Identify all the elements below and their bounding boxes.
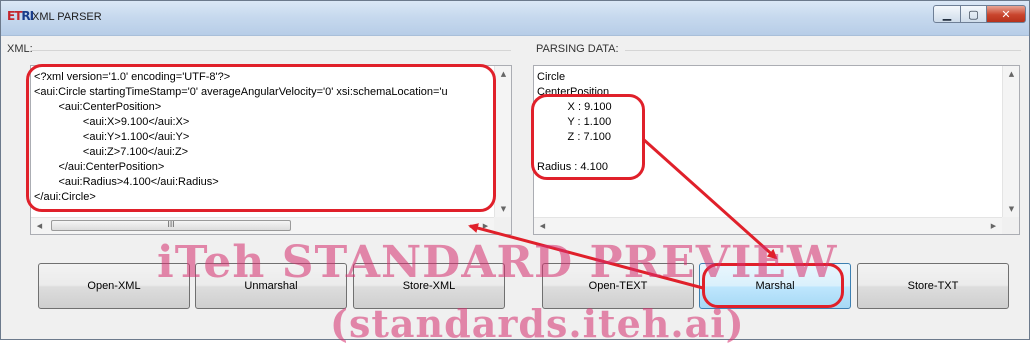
annotation-arrows (468, 137, 778, 290)
watermark-title: iTeh STANDARD PREVIEW (157, 237, 838, 288)
watermark-subtitle: (standards.iteh.ai) (330, 301, 745, 346)
